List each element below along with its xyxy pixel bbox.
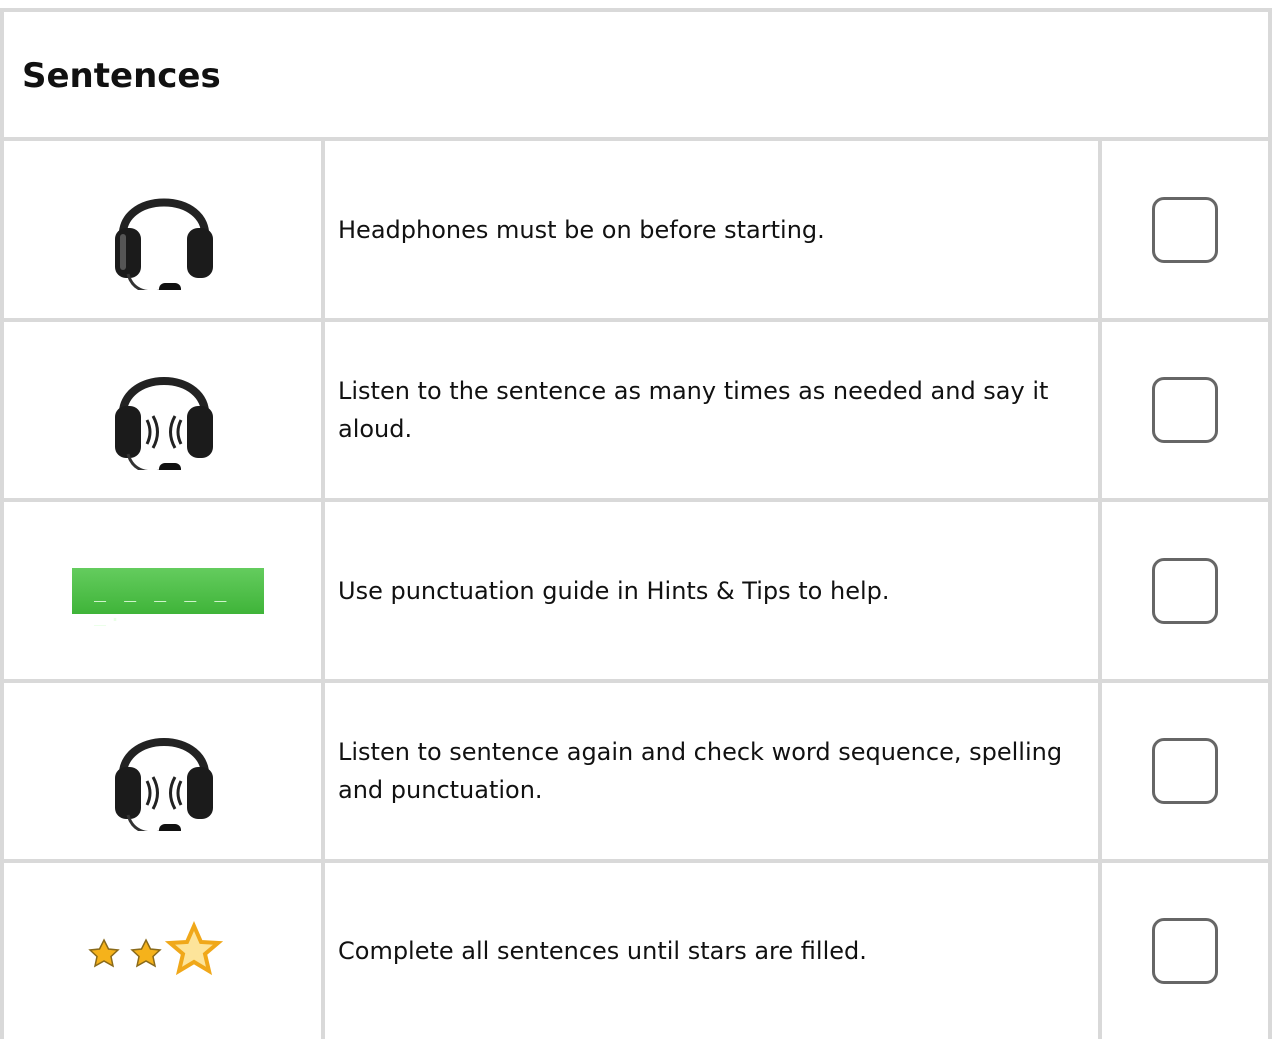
completion-checkbox[interactable] [1152,196,1218,263]
completion-checkbox[interactable] [1152,377,1218,443]
check-cell [1102,863,1268,1039]
table-row: Headphones must be on before starting. [0,141,1272,318]
icon-cell: _ _ _ _ _ _. [4,502,324,679]
table-row: _ _ _ _ _ _. Use punctuation guide in Hi… [0,502,1272,679]
completion-checkbox[interactable] [1152,557,1218,624]
table-top-border [0,8,1272,12]
punctuation-guide-blanks: _ _ _ _ _ _. [94,577,230,626]
instruction-text: Listen to sentence again and check word … [338,738,1063,804]
check-cell [1102,322,1268,498]
check-cell [1102,502,1268,679]
table-row: Listen to the sentence as many times as … [0,322,1272,498]
instruction-text: Use punctuation guide in Hints & Tips to… [338,576,890,605]
headset-icon [115,198,213,290]
completion-checkbox[interactable] [1152,918,1218,984]
headset-audio-icon [115,377,213,470]
instruction-text: Listen to the sentence as many times as … [338,377,1049,443]
icon-cell [4,683,324,859]
star-icon [130,938,162,968]
headset-audio-icon [115,738,213,831]
instruction-text: Complete all sentences until stars are f… [338,937,867,965]
table-row: Complete all sentences until stars are f… [0,863,1272,1039]
icon-cell [4,863,324,1039]
page-title: Sentences [22,56,221,96]
stars-icon [88,921,224,976]
check-cell [1102,683,1268,859]
icon-cell [4,322,324,498]
punctuation-guide-icon: _ _ _ _ _ _. [72,567,264,626]
icon-cell [4,141,324,318]
check-cell [1102,141,1268,318]
star-icon [164,921,224,976]
star-icon [88,938,120,968]
table-row: Listen to sentence again and check word … [0,683,1272,859]
completion-checkbox[interactable] [1152,738,1218,804]
instruction-text: Headphones must be on before starting. [338,215,825,244]
